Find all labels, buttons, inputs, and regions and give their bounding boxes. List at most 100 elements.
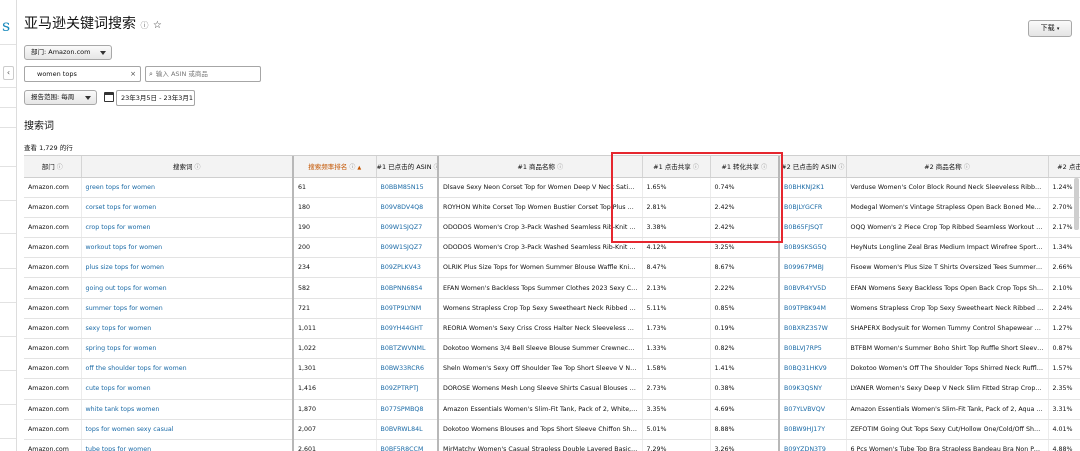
conversion-share-1-cell: 8.67% — [710, 257, 780, 279]
clicked-asin-2-link[interactable]: B0BW9HJ17Y — [779, 419, 847, 440]
clicked-asin-2-link[interactable]: B07YLVBVQV — [779, 399, 847, 420]
search-term-link[interactable]: cute tops for women — [81, 378, 294, 400]
clicked-asin-1-link[interactable]: B09ZPLKV43 — [376, 257, 439, 279]
search-term-link[interactable]: tube tops for women — [81, 439, 294, 451]
click-share-1-cell: 1.65% — [642, 177, 711, 198]
clicked-asin-1-link[interactable]: B0BBM85N15 — [376, 177, 439, 198]
clicked-asin-2-link[interactable]: B0BLVJ7RP5 — [779, 338, 847, 360]
clicked-asin-2-link[interactable]: B0B65FJSQT — [779, 217, 847, 239]
table-row[interactable]: Amazon.com corset tops for women 180 B09V8D… — [24, 197, 1080, 218]
clicked-asin-2-link[interactable]: B0BQ31HKV9 — [779, 358, 847, 380]
search-term-link[interactable]: spring tops for women — [81, 338, 294, 360]
table-row[interactable]: Amazon.com going out tops for women 582 B0B… — [24, 277, 1080, 299]
search-term-link[interactable]: off the shoulder tops for women — [81, 358, 294, 380]
search-term-link[interactable]: white tank tops women — [81, 399, 294, 420]
search-term-input[interactable]: women tops × — [24, 66, 141, 82]
clicked-asin-1-link[interactable]: B09W1SJQZ7 — [376, 217, 439, 239]
table-row[interactable]: Amazon.com tube tops for women 2,601 B0BF5R… — [24, 439, 1080, 451]
table-row[interactable]: Amazon.com off the shoulder tops for wome… — [24, 358, 1080, 380]
clicked-asin-2-link[interactable]: B09YZDN3T9 — [779, 439, 847, 451]
clicked-asin-1-link[interactable]: B0BF5R8CCM — [376, 439, 439, 451]
table-row[interactable]: Amazon.com crop tops for women 190 B09W1SJQ… — [24, 217, 1080, 239]
conversion-share-1-cell: 0.85% — [710, 298, 780, 319]
info-circle-icon[interactable]: ⓘ — [140, 21, 148, 30]
click-share-2-cell: 2.10% — [1048, 277, 1080, 299]
clicked-asin-2-link[interactable]: B09TPBK94M — [779, 298, 847, 319]
sidebar-divider — [0, 268, 16, 269]
clicked-asin-2-link[interactable]: B0BHKNJ2K1 — [779, 177, 847, 198]
clicked-asin-1-link[interactable]: B09ZPTRPTJ — [376, 378, 439, 400]
clicked-asin-1-link[interactable]: B09W1SJQZ7 — [376, 237, 439, 259]
product-title-2-cell: ZEFOTIM Going Out Tops Sexy Cut/Hollow O… — [846, 419, 1049, 440]
header-1-click-share[interactable]: #1 点击共享 ⓘ — [642, 156, 711, 178]
clicked-asin-2-link[interactable]: B09K3QSNY — [779, 378, 847, 400]
header-2-clicked-asin[interactable]: #2 已点击的 ASIN ⓘ — [779, 156, 847, 178]
search-frequency-rank-cell: 1,022 — [293, 338, 377, 360]
header-1-product-title[interactable]: #1 商品名称 ⓘ — [438, 156, 643, 178]
table-row[interactable]: Amazon.com spring tops for women 1,022 B0BT… — [24, 338, 1080, 360]
report-range-dropdown[interactable]: 报告范围: 每周 — [24, 90, 97, 105]
clicked-asin-1-link[interactable]: B0BVRWL84L — [376, 419, 439, 440]
product-title-2-cell: SHAPERX Bodysuit for Women Tummy Control… — [846, 318, 1049, 340]
search-term-link[interactable]: workout tops for women — [81, 237, 294, 259]
clicked-asin-2-link[interactable]: B0BVR4YV5D — [779, 277, 847, 299]
table-row[interactable]: Amazon.com workout tops for women 200 B09W1… — [24, 237, 1080, 259]
clear-icon[interactable]: × — [130, 67, 136, 81]
search-term-link[interactable]: corset tops for women — [81, 197, 294, 218]
table-row[interactable]: Amazon.com tops for women sexy casual 2,00… — [24, 419, 1080, 440]
header-2-click-share[interactable]: #2 点击共享 — [1048, 156, 1080, 178]
header-1-conversion-share[interactable]: #1 转化共享 ⓘ — [710, 156, 780, 178]
sidebar-divider — [0, 370, 16, 371]
click-share-1-cell: 2.73% — [642, 378, 711, 400]
department-dropdown[interactable]: 部门: Amazon.com — [24, 45, 112, 60]
table-row[interactable]: Amazon.com plus size tops for women 234 B09… — [24, 257, 1080, 279]
clicked-asin-1-link[interactable]: B077SPMBQ8 — [376, 399, 439, 420]
search-term-link[interactable]: summer tops for women — [81, 298, 294, 319]
clicked-asin-1-link[interactable]: B09V8DV4Q8 — [376, 197, 439, 218]
search-term-link[interactable]: plus size tops for women — [81, 257, 294, 279]
calendar-icon[interactable] — [104, 92, 114, 102]
download-button[interactable]: 下载 ▾ — [1028, 20, 1072, 37]
search-term-link[interactable]: tops for women sexy casual — [81, 419, 294, 440]
click-share-2-cell: 4.01% — [1048, 419, 1080, 440]
department-cell: Amazon.com — [24, 237, 82, 259]
table-row[interactable]: Amazon.com white tank tops women 1,870 B077… — [24, 399, 1080, 420]
table-row[interactable]: Amazon.com cute tops for women 1,416 B09ZPT… — [24, 378, 1080, 400]
table-row[interactable]: Amazon.com sexy tops for women 1,011 B09YH4… — [24, 318, 1080, 340]
date-range-input[interactable]: 23年3月5日 - 23年3月1 — [116, 90, 195, 106]
sidebar-divider — [0, 233, 16, 234]
search-term-link[interactable]: crop tops for women — [81, 217, 294, 239]
search-term-link[interactable]: sexy tops for women — [81, 318, 294, 340]
clicked-asin-2-link[interactable]: B0B9SKSG5Q — [779, 237, 847, 259]
search-term-link[interactable]: green tops for women — [81, 177, 294, 198]
table-body: Amazon.com green tops for women 61 B0BBM85N… — [24, 177, 1080, 451]
table-scrollbar[interactable] — [1074, 178, 1079, 230]
header-department[interactable]: 部门 ⓘ — [24, 156, 82, 178]
clicked-asin-1-link[interactable]: B0BPNN68S4 — [376, 277, 439, 299]
asin-search-input[interactable]: ⌕ 输入 ASIN 或商品 — [145, 66, 261, 82]
clicked-asin-1-link[interactable]: B0BW33RCR6 — [376, 358, 439, 380]
header-1-clicked-asin[interactable]: #1 已点击的 ASIN ⓘ — [376, 156, 439, 178]
search-frequency-rank-cell: 1,870 — [293, 399, 377, 420]
product-title-2-cell: Womens Strapless Crop Top Sexy Sweethear… — [846, 298, 1049, 319]
header-search-term[interactable]: 搜索词 ⓘ — [81, 156, 294, 178]
clicked-asin-1-link[interactable]: B09YH44GHT — [376, 318, 439, 340]
star-outline-icon[interactable]: ☆ — [153, 20, 162, 31]
clicked-asin-2-link[interactable]: B0BXRZ3S7W — [779, 318, 847, 340]
header-2-product-title[interactable]: #2 商品名称 ⓘ — [846, 156, 1049, 178]
search-frequency-rank-cell: 180 — [293, 197, 377, 218]
table-header-row: 部门 ⓘ 搜索词 ⓘ 搜索频率排名 ⓘ ▲ #1 已点击的 ASIN ⓘ #1 … — [24, 156, 1080, 178]
department-cell: Amazon.com — [24, 318, 82, 340]
clicked-asin-1-link[interactable]: B09TP9LYNM — [376, 298, 439, 319]
clicked-asin-2-link[interactable]: B09967PMBJ — [779, 257, 847, 279]
clicked-asin-1-link[interactable]: B0BTZWVNML — [376, 338, 439, 360]
search-term-link[interactable]: going out tops for women — [81, 277, 294, 299]
header-search-frequency-rank[interactable]: 搜索频率排名 ⓘ ▲ — [293, 156, 377, 178]
info-circle-icon: ⓘ — [963, 164, 970, 172]
collapse-sidebar-button[interactable]: ‹ — [3, 66, 14, 80]
product-title-2-cell: Dokotoo Women's Off The Shoulder Tops Sh… — [846, 358, 1049, 380]
product-title-2-cell: Verduse Women's Color Block Round Neck S… — [846, 177, 1049, 198]
clicked-asin-2-link[interactable]: B0BJLYGCFR — [779, 197, 847, 218]
table-row[interactable]: Amazon.com green tops for women 61 B0BBM85N… — [24, 177, 1080, 198]
table-row[interactable]: Amazon.com summer tops for women 721 B09TP9… — [24, 298, 1080, 319]
